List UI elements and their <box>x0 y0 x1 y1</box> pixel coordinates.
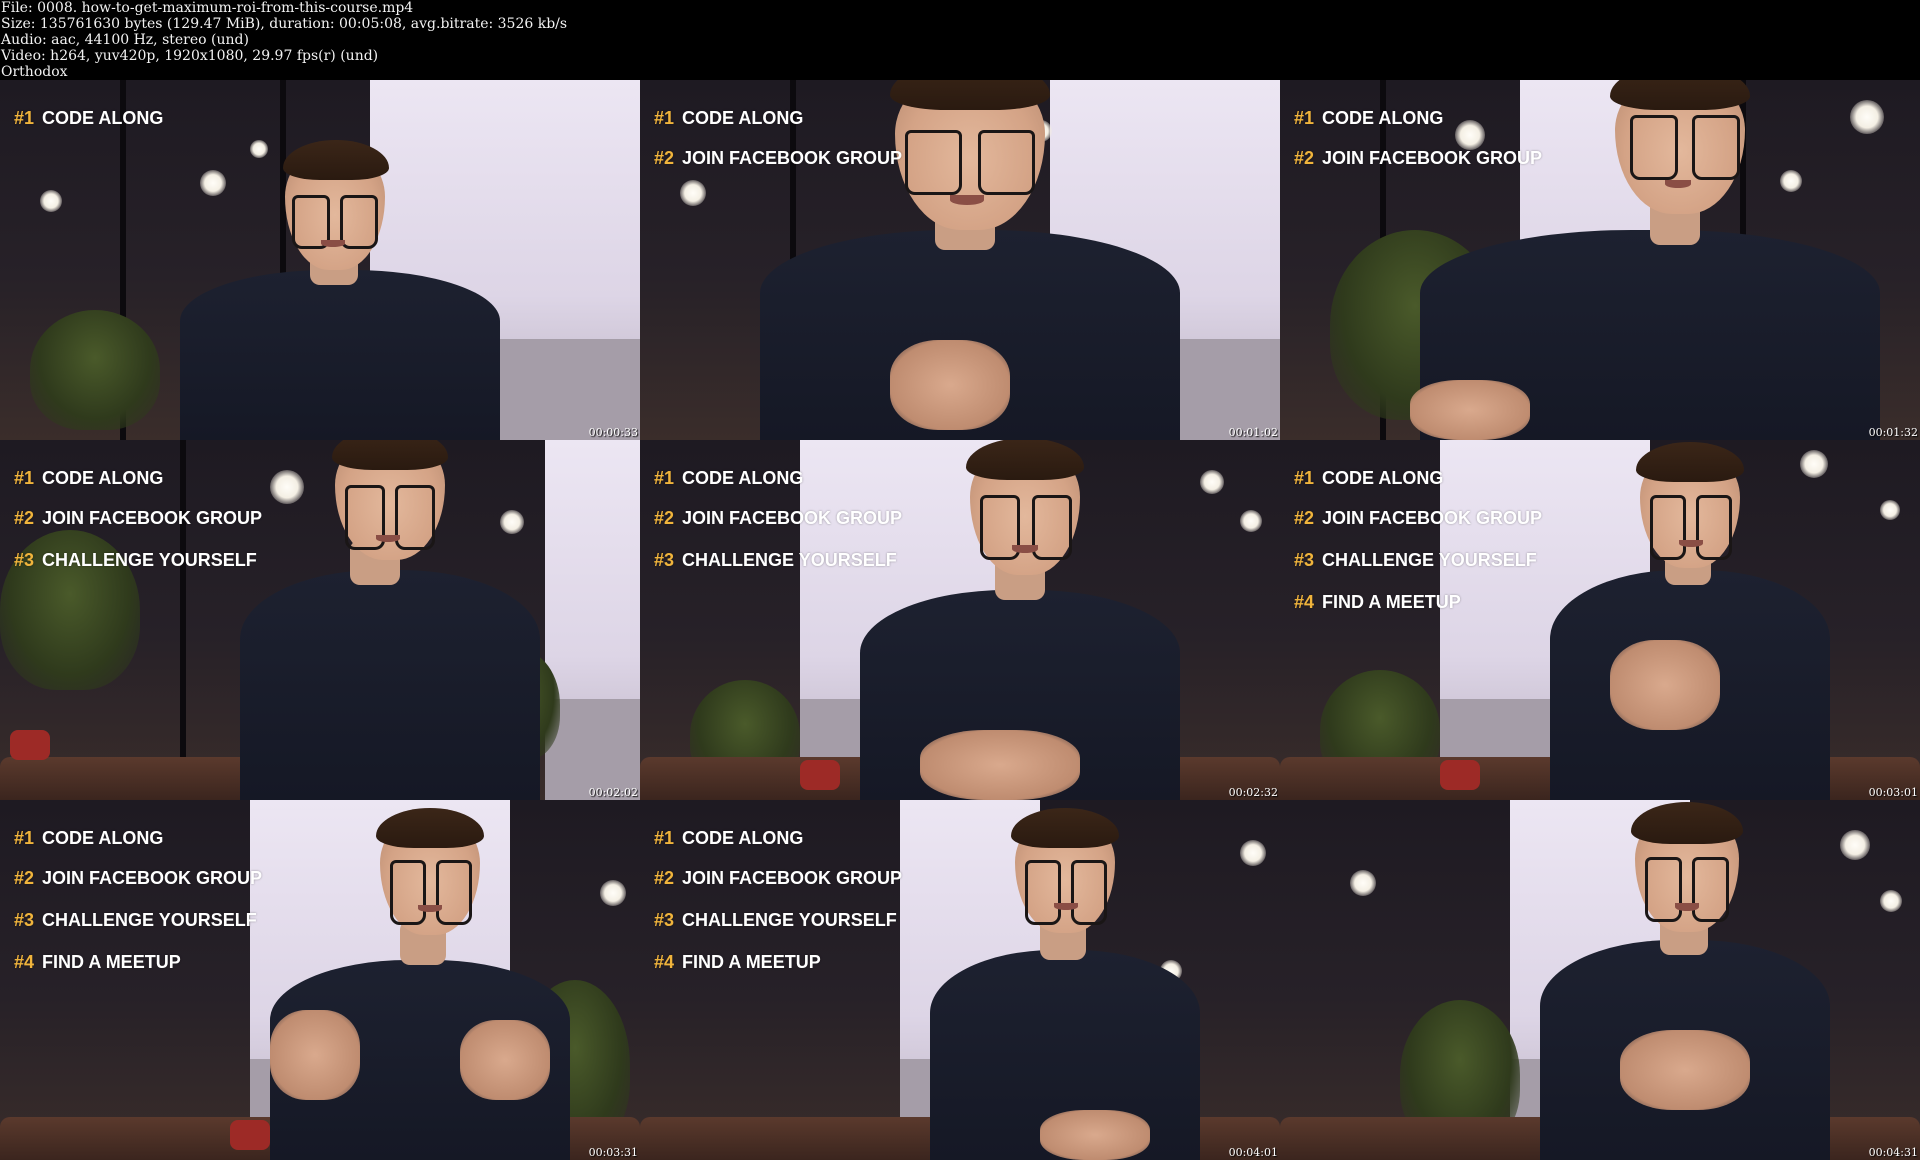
speaker <box>760 80 1180 440</box>
overlay-item: #4 FIND A MEETUP <box>14 952 181 972</box>
overlay-item: #3 CHALLENGE YOURSELF <box>654 910 897 930</box>
audio-info-line: Audio: aac, 44100 Hz, stereo (und) <box>1 32 249 48</box>
overlay-item: #3 CHALLENGE YOURSELF <box>14 550 257 570</box>
video-frame-1[interactable]: #1 CODE ALONG 00:00:33 <box>0 80 640 440</box>
overlay-item: #1 CODE ALONG <box>1294 108 1444 128</box>
video-frame-4[interactable]: #1 CODE ALONG #2 JOIN FACEBOOK GROUP #3 CHA… <box>0 440 640 800</box>
frame-timestamp: 00:00:33 <box>588 426 638 439</box>
overlay-item: #4 FIND A MEETUP <box>654 952 821 972</box>
overlay-item: #3 CHALLENGE YOURSELF <box>1294 550 1537 570</box>
label-line: Orthodox <box>1 64 68 80</box>
overlay-item: #1 CODE ALONG <box>654 828 804 848</box>
overlay-item: #2 JOIN FACEBOOK GROUP <box>14 868 263 888</box>
frame-scene <box>640 800 1280 1160</box>
overlay-item: #1 CODE ALONG <box>14 828 164 848</box>
overlay-item: #2 JOIN FACEBOOK GROUP <box>654 508 903 528</box>
overlay-item: #1 CODE ALONG <box>1294 468 1444 488</box>
frame-scene <box>0 80 640 440</box>
video-frame-6[interactable]: #1 CODE ALONG #2 JOIN FACEBOOK GROUP #3 CHA… <box>1280 440 1920 800</box>
speaker <box>240 440 540 800</box>
overlay-item: #1 CODE ALONG <box>14 108 164 128</box>
frame-timestamp: 00:02:32 <box>1228 786 1278 799</box>
file-size-line: Size: 135761630 bytes (129.47 MiB), dura… <box>1 16 568 32</box>
frame-scene <box>0 440 640 800</box>
speaker <box>1410 80 1880 440</box>
frame-timestamp: 00:02:02 <box>588 786 638 799</box>
frame-scene <box>1280 440 1920 800</box>
speaker <box>860 440 1180 800</box>
overlay-item: #2 JOIN FACEBOOK GROUP <box>1294 148 1543 168</box>
speaker <box>180 140 500 440</box>
video-frame-2[interactable]: #1 CODE ALONG #2 JOIN FACEBOOK GROUP 00:01… <box>640 80 1280 440</box>
frame-timestamp: 00:04:31 <box>1868 1146 1918 1159</box>
video-frame-7[interactable]: #1 CODE ALONG #2 JOIN FACEBOOK GROUP #3 CHA… <box>0 800 640 1160</box>
overlay-item: #3 CHALLENGE YOURSELF <box>654 550 897 570</box>
frame-scene <box>0 800 640 1160</box>
frame-timestamp: 00:03:31 <box>588 1146 638 1159</box>
video-frame-3[interactable]: #1 CODE ALONG #2 JOIN FACEBOOK GROUP 00:01… <box>1280 80 1920 440</box>
frame-timestamp: 00:01:02 <box>1228 426 1278 439</box>
frame-timestamp: 00:01:32 <box>1868 426 1918 439</box>
frame-scene <box>1280 800 1920 1160</box>
video-frame-5[interactable]: #1 CODE ALONG #2 JOIN FACEBOOK GROUP #3 CHA… <box>640 440 1280 800</box>
overlay-item: #3 CHALLENGE YOURSELF <box>14 910 257 930</box>
file-name-line: File: 0008. how-to-get-maximum-roi-from-… <box>1 0 414 16</box>
overlay-item: #1 CODE ALONG <box>14 468 164 488</box>
frame-scene <box>1280 80 1920 440</box>
frame-timestamp: 00:04:01 <box>1228 1146 1278 1159</box>
speaker <box>1550 440 1830 800</box>
frame-scene <box>640 80 1280 440</box>
frame-timestamp: 00:03:01 <box>1868 786 1918 799</box>
overlay-item: #2 JOIN FACEBOOK GROUP <box>1294 508 1543 528</box>
overlay-item: #2 JOIN FACEBOOK GROUP <box>654 868 903 888</box>
speaker <box>930 800 1200 1160</box>
speaker <box>1540 800 1830 1160</box>
overlay-item: #1 CODE ALONG <box>654 468 804 488</box>
video-frame-8[interactable]: #1 CODE ALONG #2 JOIN FACEBOOK GROUP #3 CHA… <box>640 800 1280 1160</box>
file-info-header: File: 0008. how-to-get-maximum-roi-from-… <box>0 0 1920 80</box>
video-info-line: Video: h264, yuv420p, 1920x1080, 29.97 f… <box>1 48 379 64</box>
overlay-item: #2 JOIN FACEBOOK GROUP <box>654 148 903 168</box>
frame-scene <box>640 440 1280 800</box>
video-frame-9[interactable]: 00:04:31 <box>1280 800 1920 1160</box>
speaker <box>270 800 570 1160</box>
overlay-item: #4 FIND A MEETUP <box>1294 592 1461 612</box>
overlay-item: #2 JOIN FACEBOOK GROUP <box>14 508 263 528</box>
thumbnail-grid: #1 CODE ALONG 00:00:33 #1 CODE ALONG #2 JOI… <box>0 80 1920 1160</box>
overlay-item: #1 CODE ALONG <box>654 108 804 128</box>
